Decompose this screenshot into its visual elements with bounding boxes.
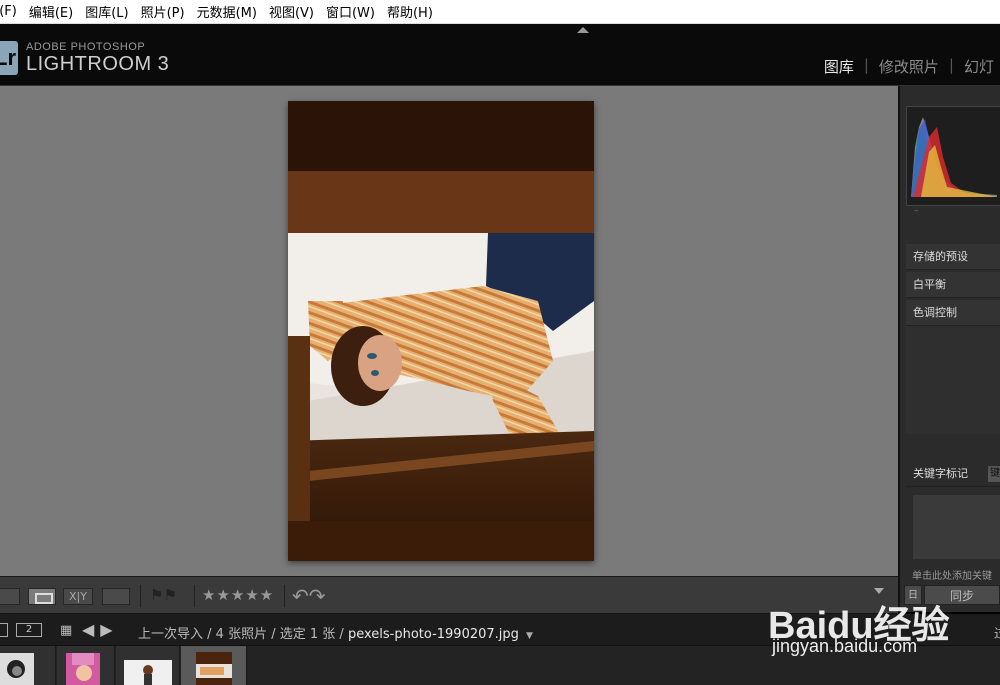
secondary-window-button[interactable]: 2 [16,623,42,637]
panel-white-balance[interactable]: 白平衡 [906,272,1000,298]
menu-help[interactable]: 帮助(H) [375,2,433,21]
thumbnail-image [66,653,100,685]
toolbar-divider [194,585,195,607]
histogram-caption: – [914,206,919,216]
menu-view[interactable]: 视图(V) [257,2,314,21]
path-sep: / [207,627,216,642]
compare-view-button[interactable]: X|Y [63,588,93,605]
baidu-watermark: Baidu经验 jingyan.baidu.com [768,594,1000,669]
brand-large: LIGHTROOM 3 [26,53,170,75]
brand-small: ADOBE PHOTOSHOP [26,41,146,53]
nav-arrows-icon[interactable]: ◀▶ [82,620,119,639]
loupe-view-button[interactable] [28,588,56,605]
module-library[interactable]: 图库 [818,56,860,77]
star-rating[interactable]: ★★★★★ [202,586,274,604]
panel-tone-control[interactable]: 色调控制 [906,300,1000,326]
dropdown-caret-icon[interactable]: ▼ [526,631,533,641]
flag-icons[interactable]: ⚑⚑ [150,586,177,604]
path-sep: / [339,627,348,642]
grid-view-button[interactable] [0,588,20,605]
thumb-4[interactable] [181,646,247,685]
module-separator: | [863,56,869,74]
keyword-hint: 单击此处添加关键 [912,571,992,582]
source-label: 上一次导入 [138,627,204,642]
right-panel: – 存储的预设 白平衡 色调控制 关键字标记 键 单击此处添加关键 [898,86,1000,612]
module-develop[interactable]: 修改照片 [873,56,945,77]
main-photo[interactable] [288,101,594,561]
source-path[interactable]: 上一次导入 / 4 张照片 / 选定 1 张 / pexels-photo-19… [138,623,533,642]
collapse-top-panel-icon[interactable] [577,27,589,33]
menu-window[interactable]: 窗口(W) [314,2,375,21]
thumb-1[interactable] [0,646,56,685]
current-filename: pexels-photo-1990207.jpg [347,627,519,642]
menu-edit[interactable]: 编辑(E) [17,2,73,21]
keyword-set-button[interactable]: 键 [988,466,1000,482]
thumbnail-image [124,660,172,685]
survey-view-button[interactable] [102,588,130,605]
grid-icon[interactable]: ▦ [60,623,72,638]
rotate-icons[interactable]: ↶↷ [292,584,326,608]
identity-plate: Lr ADOBE PHOTOSHOP LIGHTROOM 3 图库 | 修改照片… [0,24,1000,86]
keyword-tags-field[interactable] [912,494,1000,560]
toolbar: X|Y ⚑⚑ ★★★★★ ↶↷ [0,576,898,614]
histogram-graph [911,117,997,197]
selected-count: 选定 1 张 [279,627,336,642]
menu-metadata[interactable]: 元数据(M) [185,2,257,21]
module-picker: 图库 | 修改照片 | 幻灯 [818,56,1000,77]
menu-library[interactable]: 图库(L) [73,2,128,21]
panel-saved-presets[interactable]: 存储的预设 [906,244,1000,270]
tone-control-body [906,326,1000,434]
thumb-2[interactable] [57,646,115,685]
loupe-view[interactable] [0,86,898,576]
thumbnail-image [0,653,34,685]
module-slideshow[interactable]: 幻灯 [958,56,1000,77]
toolbar-divider [284,585,285,607]
photo-image [288,101,594,561]
thumbnail-image [196,652,232,685]
watermark-url: jingyan.baidu.com [772,636,918,656]
thumb-3[interactable] [116,646,180,685]
panel-keywording[interactable]: 关键字标记 [906,461,1000,487]
toolbar-divider [140,585,141,607]
module-separator: | [948,56,954,74]
menu-photo[interactable]: 照片(P) [129,2,185,21]
primary-window-icon[interactable] [0,623,8,637]
lightroom-logo: Lr [0,41,18,75]
path-sep: / [271,627,280,642]
menu-bar: ‹(F) 编辑(E) 图库(L) 照片(P) 元数据(M) 视图(V) 窗口(W… [0,0,1000,24]
histogram[interactable] [906,106,1000,206]
photo-count: 4 张照片 [215,627,268,642]
menu-file[interactable]: ‹(F) [0,4,17,19]
